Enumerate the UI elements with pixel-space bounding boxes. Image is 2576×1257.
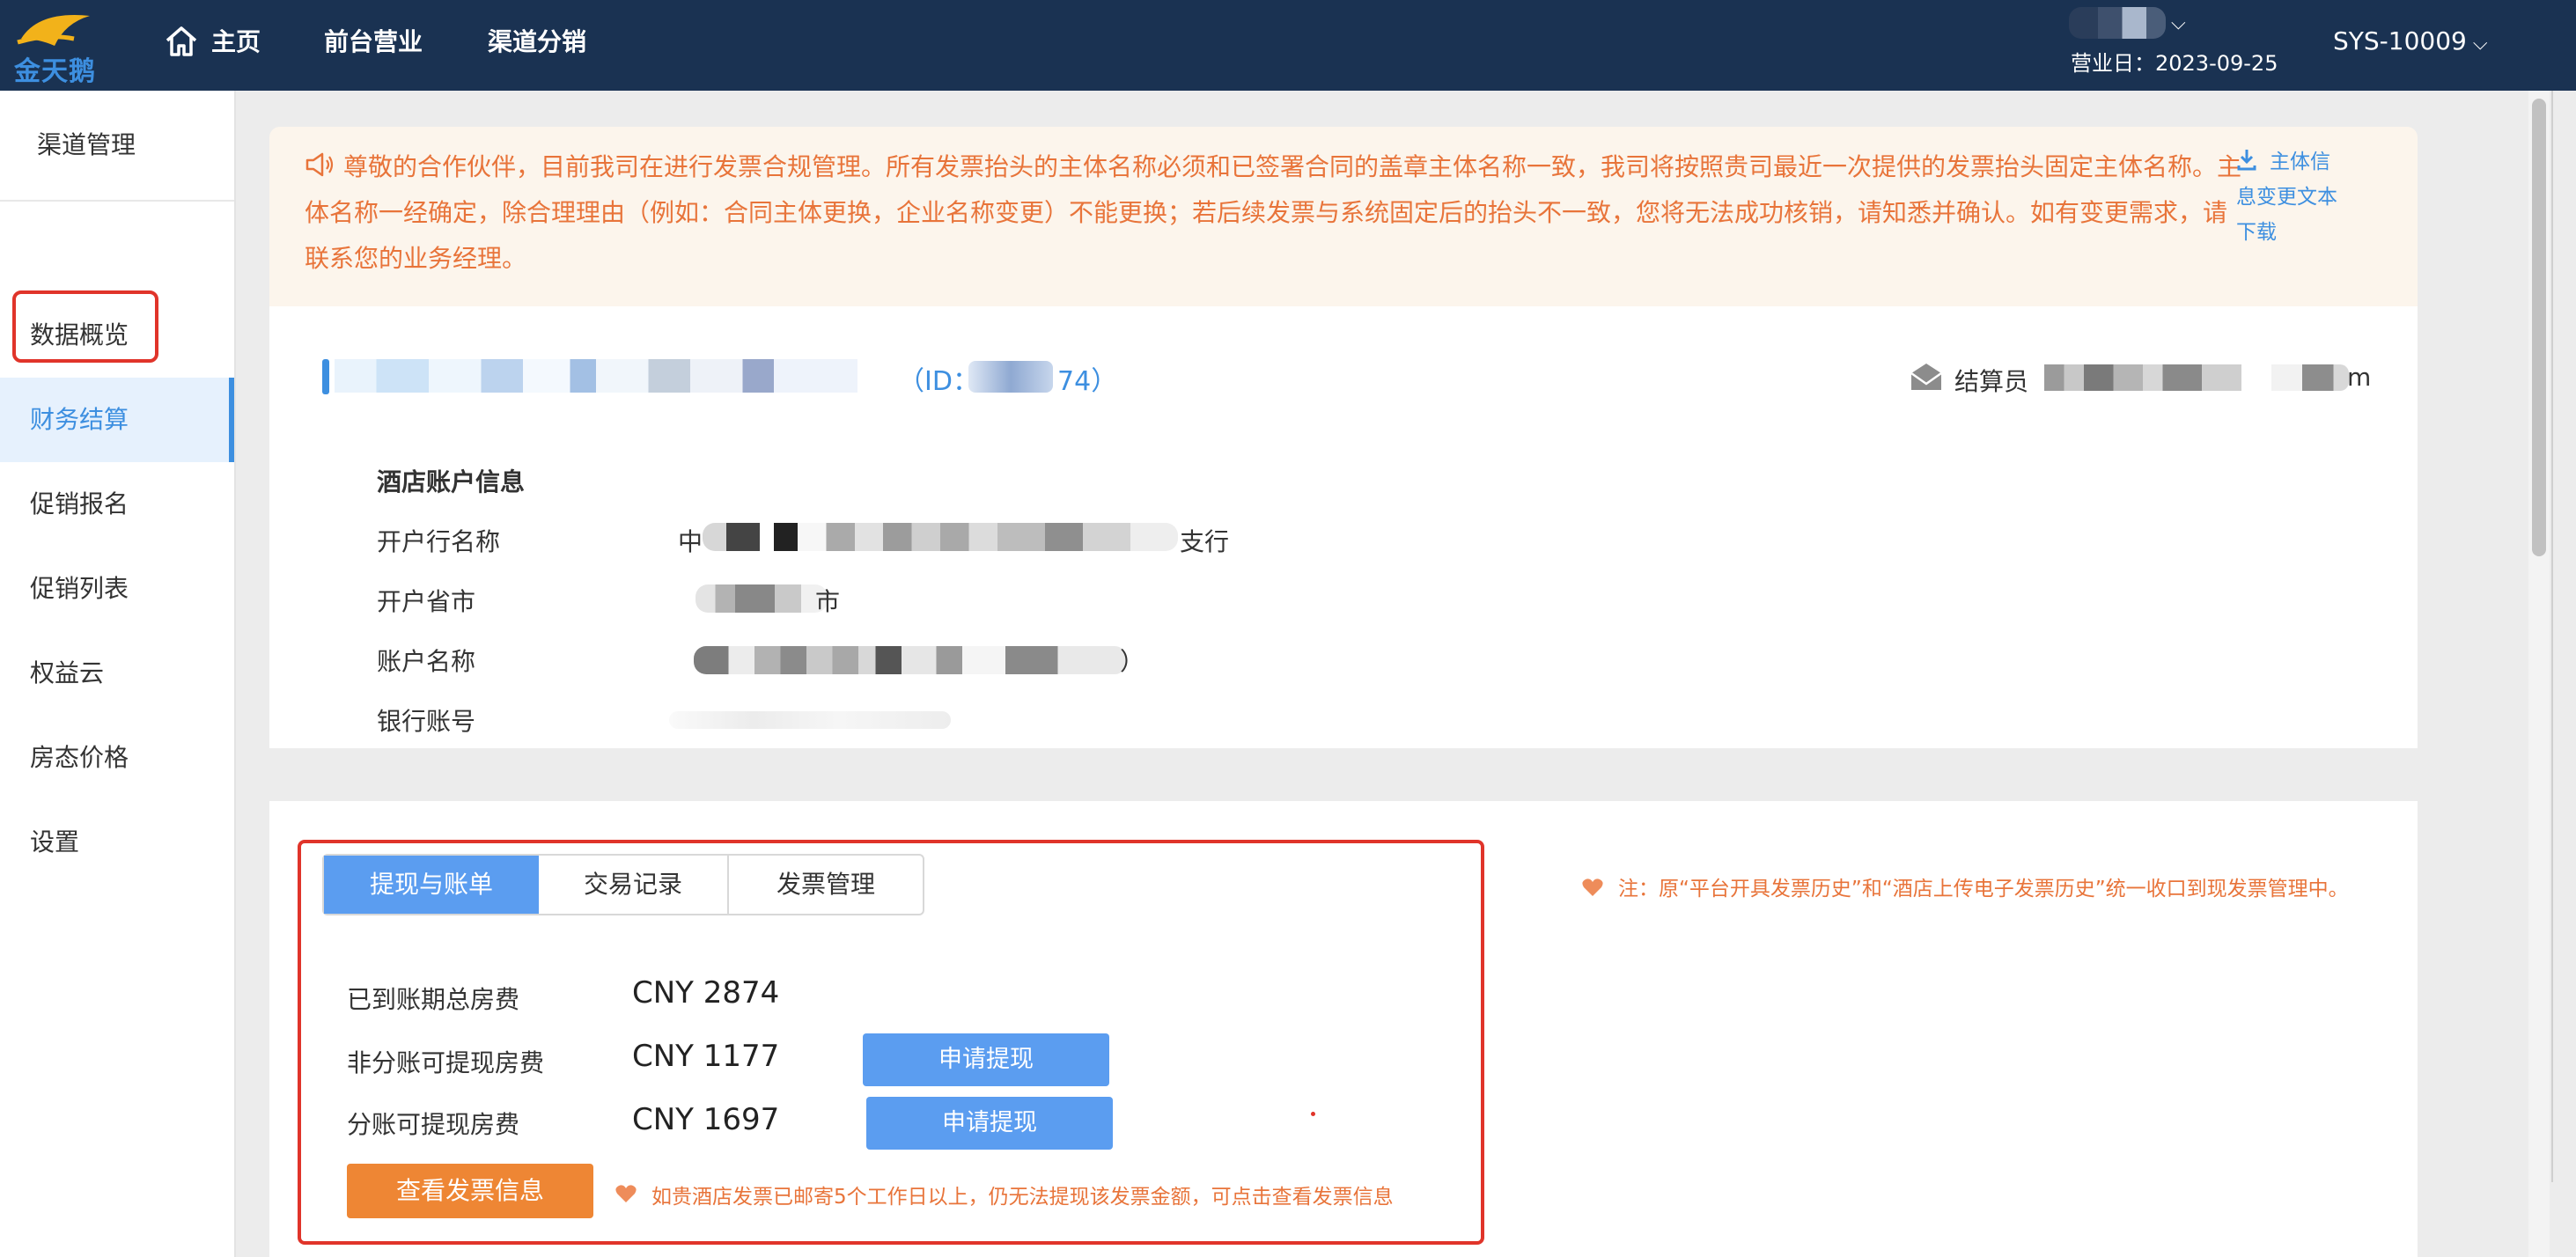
settlement-email-tail: m [2347,363,2372,392]
system-id-label: SYS-10009 [2333,26,2467,55]
hotel-name-redacted [335,359,857,393]
user-avatar[interactable] [2069,7,2166,39]
bank-name-suffix: 支行 [1180,527,1230,556]
settlement-officer-label: 结算员 [1954,367,2029,396]
apply-withdraw-button[interactable]: 申请提现 [863,1033,1109,1086]
mail-icon [1910,364,1942,390]
notice-text: 尊敬的合作伙伴，目前我司在进行发票合规管理。所有发票抬头的主体名称必须和已签署合… [305,152,2242,273]
province-city-redacted [696,584,828,613]
apply-withdraw-button[interactable]: 申请提现 [866,1097,1113,1150]
split-withdrawable-value: CNY 1697 [632,1102,780,1137]
scrollbar-thumb[interactable] [2532,99,2546,556]
title-accent-bar [322,359,329,394]
non-split-withdrawable-value: CNY 1177 [632,1039,780,1074]
account-name-redacted [694,646,1127,674]
download-link[interactable]: 主体信息变更文本下载 [2236,144,2342,250]
sidebar: 渠道管理 数据概览 财务结算 促销报名 促销列表 权益云 房态价格 设置 [0,91,236,1257]
bank-name-prefix: 中 [678,527,703,556]
chevron-down-icon: ⌵ [2466,33,2488,55]
hotel-id-redacted [968,361,1053,393]
hotel-id-suffix: 74） [1057,366,1118,397]
tab-bar: 提现与账单 交易记录 发票管理 [322,854,924,915]
sidebar-title: 渠道管理 [0,91,234,202]
view-invoice-button[interactable]: 查看发票信息 [347,1164,593,1218]
due-total-value: CNY 2874 [632,975,780,1011]
highlight-box [12,290,158,363]
home-icon[interactable] [164,25,199,58]
nav-front-desk[interactable]: 前台营业 [324,0,423,91]
bank-account-redacted [669,711,951,729]
sidebar-item-promo-list[interactable]: 促销列表 [0,547,234,631]
settlement-officer-redacted [2044,364,2241,391]
bank-name-label: 开户行名称 [377,527,501,556]
page-scrollbar[interactable] [2551,91,2576,1182]
tab-transaction-records[interactable]: 交易记录 [539,856,727,914]
nav-home[interactable]: 主页 [211,0,261,91]
heart-icon [615,1185,637,1202]
due-total-label: 已到账期总房费 [347,985,520,1014]
tab-withdraw-bill[interactable]: 提现与账单 [324,856,539,914]
split-withdrawable-label: 分账可提现房费 [347,1110,520,1139]
system-id-dropdown[interactable]: SYS-10009 ⌵ [2333,26,2488,55]
tab-note: 注：原“平台开具发票历史”和“酒店上传电子发票历史”统一收口到现发票管理中。 [1618,878,2349,900]
province-city-label: 开户省市 [377,587,476,616]
account-info-title: 酒店账户信息 [377,467,526,496]
sidebar-item-finance-settlement[interactable]: 财务结算 [0,378,234,462]
invoice-hint: 如贵酒店发票已邮寄5个工作日以上，仍无法提现该发票金额，可点击查看发票信息 [651,1186,1394,1209]
bank-account-label: 银行账号 [377,707,476,736]
non-split-withdrawable-label: 非分账可提现房费 [347,1048,545,1077]
bank-name-redacted [703,523,1178,551]
nav-channel-distribution[interactable]: 渠道分销 [488,0,586,91]
account-name-label: 账户名称 [377,647,476,676]
account-name-suffix: ） [1120,647,1145,676]
sidebar-item-promo-signup[interactable]: 促销报名 [0,462,234,547]
business-day: 营业日：2023-09-25 [2071,51,2278,76]
logo-text: 金天鹅 [14,56,96,87]
sidebar-item-settings[interactable]: 设置 [0,800,234,885]
settlement-email-redacted [2271,364,2349,391]
province-city-suffix: 市 [815,587,841,616]
heart-icon [1582,878,1603,896]
chevron-down-icon[interactable]: ⌵ [2171,12,2186,34]
sidebar-item-room-status-price[interactable]: 房态价格 [0,716,234,800]
sidebar-item-rights-cloud[interactable]: 权益云 [0,631,234,716]
cursor-dot [1311,1112,1315,1116]
tab-invoice-management[interactable]: 发票管理 [729,856,923,914]
